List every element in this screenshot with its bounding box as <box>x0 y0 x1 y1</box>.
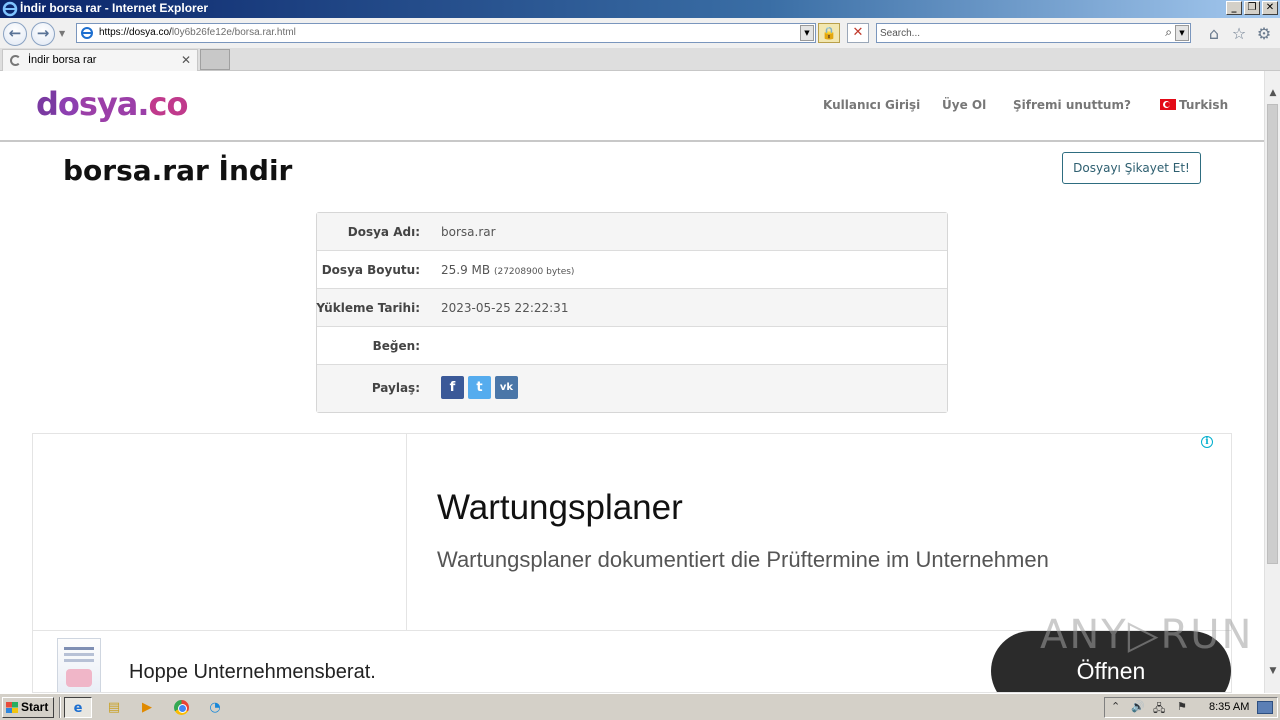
system-tray: ⌃ 🔊 🖧 ⚑ 8:35 AM <box>1104 697 1278 718</box>
vk-icon[interactable]: vk <box>495 376 518 399</box>
restore-button[interactable]: ❐ <box>1244 1 1260 15</box>
file-size-label: Dosya Boyutu: <box>321 263 420 277</box>
taskbar-media-player-icon[interactable]: ▶ <box>133 697 161 718</box>
table-row: Beğen: <box>317 327 947 365</box>
file-name-label: Dosya Adı: <box>347 225 420 239</box>
page-scrollbar[interactable]: ▲ ▼ <box>1264 71 1280 693</box>
anyrun-watermark: ANY▷RUN <box>1040 612 1254 658</box>
search-box[interactable]: ⌕ ▼ <box>876 23 1191 43</box>
language-label: Turkish <box>1179 98 1229 112</box>
action-center-flag-icon[interactable]: ⚑ <box>1177 700 1187 713</box>
ad-product-thumbnail[interactable] <box>57 638 101 692</box>
file-name-value: borsa.rar <box>441 225 496 239</box>
taskbar-edge-icon[interactable]: ◔ <box>201 697 229 718</box>
ad-headline[interactable]: Wartungsplaner <box>437 488 683 528</box>
favorites-star-icon[interactable]: ☆ <box>1230 25 1248 43</box>
site-logo[interactable]: dosya.co <box>36 84 188 124</box>
taskbar-chrome-icon[interactable] <box>167 697 195 718</box>
scroll-up-icon[interactable]: ▲ <box>1265 85 1280 102</box>
site-header: dosya.co Kullanıcı Girişi Üye Ol Şifremi… <box>0 71 1264 142</box>
search-dropdown-icon[interactable]: ▼ <box>1175 25 1189 41</box>
internet-explorer-icon <box>2 1 18 17</box>
loading-spinner-icon <box>10 55 21 66</box>
page-viewport: dosya.co Kullanıcı Girişi Üye Ol Şifremi… <box>0 71 1264 693</box>
upload-date-label: Yükleme Tarihi: <box>316 301 420 315</box>
window-controls: _ ❐ ✕ <box>1226 1 1278 15</box>
taskbar-clock[interactable]: 8:35 AM <box>1209 701 1249 713</box>
ad-advertiser-name[interactable]: Hoppe Unternehmensberat. <box>129 661 376 684</box>
history-dropdown-icon[interactable]: ▼ <box>59 29 65 38</box>
taskbar-separator <box>59 697 61 718</box>
minimize-button[interactable]: _ <box>1226 1 1242 15</box>
file-size-bytes: (27208900 bytes) <box>493 267 575 277</box>
scroll-down-icon[interactable]: ▼ <box>1265 663 1280 680</box>
table-row: Dosya Adı: borsa.rar <box>317 213 947 251</box>
url-text[interactable]: https://dosya.co/l0y6b26fe12e/borsa.rar.… <box>99 27 296 38</box>
browser-navbar: ← → ▼ https://dosya.co/l0y6b26fe12e/bors… <box>0 18 1280 48</box>
ad-info-icon[interactable]: i <box>1201 436 1213 448</box>
nav-signup-link[interactable]: Üye Ol <box>942 98 986 112</box>
like-label: Beğen: <box>372 339 420 353</box>
ie-page-icon <box>81 27 93 39</box>
upload-date-value: 2023-05-25 22:22:31 <box>441 301 569 315</box>
close-window-button[interactable]: ✕ <box>1262 1 1278 15</box>
windows-logo-icon <box>6 702 18 713</box>
tab-close-icon[interactable]: ✕ <box>181 53 191 67</box>
nav-login-link[interactable]: Kullanıcı Girişi <box>823 98 920 112</box>
share-label: Paylaş: <box>371 381 420 395</box>
forward-button[interactable]: → <box>31 22 55 46</box>
file-info-table: Dosya Adı: borsa.rar Dosya Boyutu: 25.9 … <box>316 212 948 413</box>
volume-icon[interactable]: 🔊 <box>1131 700 1145 713</box>
address-bar[interactable]: https://dosya.co/l0y6b26fe12e/borsa.rar.… <box>76 23 816 43</box>
tab-bar: İndir borsa rar ✕ <box>0 48 1280 71</box>
home-icon[interactable]: ⌂ <box>1205 25 1223 43</box>
search-input[interactable] <box>880 26 1150 40</box>
facebook-icon[interactable]: f <box>441 376 464 399</box>
new-tab-button[interactable] <box>200 49 230 70</box>
tab-active[interactable]: İndir borsa rar ✕ <box>2 49 198 71</box>
address-dropdown-icon[interactable]: ▼ <box>800 25 814 41</box>
show-desktop-icon[interactable] <box>1257 701 1273 714</box>
report-file-button[interactable]: Dosyayı Şikayet Et! <box>1062 152 1201 184</box>
ad-description[interactable]: Wartungsplaner dokumentiert die Prüfterm… <box>437 547 1049 573</box>
file-size-value: 25.9 MB (27208900 bytes) <box>441 263 575 277</box>
table-row: Paylaş: f t vk <box>317 365 947 412</box>
lock-icon[interactable]: 🔒 <box>818 23 840 43</box>
taskbar: Start e ▤ ▶ ◔ ⌃ 🔊 🖧 ⚑ 8:35 AM <box>0 693 1280 720</box>
page-title: borsa.rar İndir <box>63 154 293 187</box>
table-row: Yükleme Tarihi: 2023-05-25 22:22:31 <box>316 289 947 327</box>
taskbar-ie-icon[interactable]: e <box>64 697 92 718</box>
language-selector[interactable]: Turkish <box>1160 98 1228 112</box>
start-label: Start <box>21 700 49 714</box>
network-icon[interactable]: 🖧 <box>1153 700 1165 719</box>
window-title: İndir borsa rar - Internet Explorer <box>20 1 209 15</box>
window-titlebar: İndir borsa rar - Internet Explorer _ ❐ … <box>0 0 1280 18</box>
tray-expand-icon[interactable]: ⌃ <box>1111 700 1120 713</box>
table-row: Dosya Boyutu: 25.9 MB (27208900 bytes) <box>317 251 947 289</box>
taskbar-explorer-icon[interactable]: ▤ <box>100 697 128 718</box>
gear-icon[interactable]: ⚙ <box>1255 25 1273 43</box>
stop-icon[interactable]: ✕ <box>847 23 869 43</box>
twitter-icon[interactable]: t <box>468 376 491 399</box>
start-button[interactable]: Start <box>2 697 54 718</box>
share-buttons: f t vk <box>441 376 518 399</box>
search-icon[interactable]: ⌕ <box>1165 25 1172 40</box>
back-button[interactable]: ← <box>3 22 27 46</box>
turkey-flag-icon <box>1160 99 1176 110</box>
tab-label: İndir borsa rar <box>28 54 97 66</box>
scroll-thumb[interactable] <box>1267 104 1278 564</box>
nav-forgot-password-link[interactable]: Şifremi unuttum? <box>1013 98 1131 112</box>
ad-image-area[interactable] <box>33 434 407 630</box>
